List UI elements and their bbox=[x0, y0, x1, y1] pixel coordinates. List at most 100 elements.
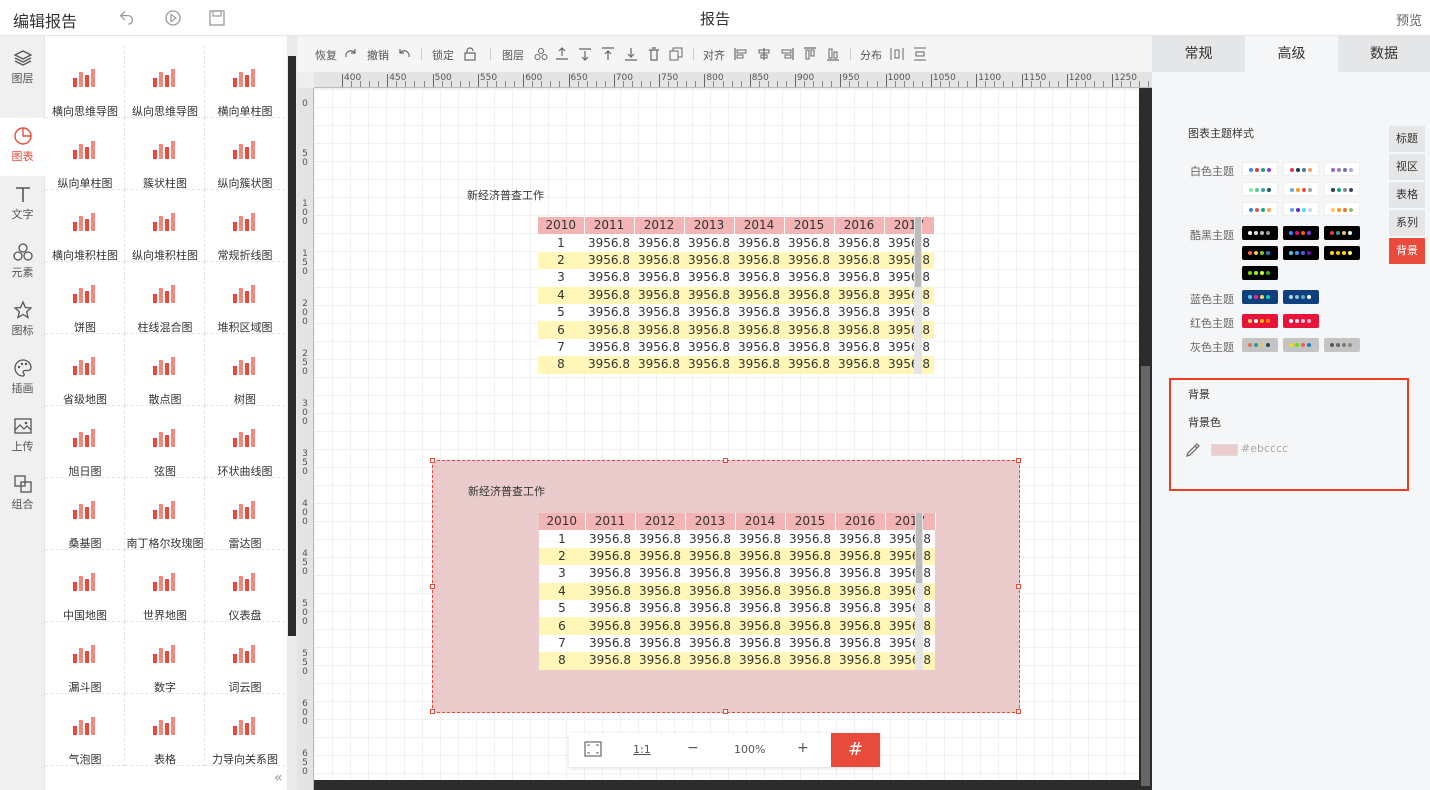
gallery-item[interactable]: 纵向单柱图 bbox=[45, 118, 125, 190]
table-scrollbar[interactable] bbox=[915, 513, 923, 670]
gallery-item[interactable]: 纵向簇状图 bbox=[205, 118, 285, 190]
theme-swatch[interactable] bbox=[1242, 202, 1278, 216]
theme-swatch[interactable] bbox=[1324, 162, 1360, 176]
tab-advanced[interactable]: 高级 bbox=[1245, 36, 1338, 72]
bring-to-front-icon[interactable] bbox=[601, 47, 615, 61]
gallery-item[interactable]: 环状曲线图 bbox=[205, 406, 285, 478]
gallery-item[interactable]: 散点图 bbox=[125, 334, 205, 406]
theme-swatch[interactable] bbox=[1242, 314, 1278, 328]
nav-upload[interactable]: 上传 bbox=[0, 408, 45, 466]
collapse-panel-icon[interactable]: « bbox=[274, 770, 283, 786]
report-canvas[interactable]: 新经济普查工作 2010 2011 2012 2013 2014 2015 2016 2017… bbox=[314, 89, 1139, 780]
layer-group-icon[interactable] bbox=[534, 47, 548, 61]
side-tab-series[interactable]: 系列 bbox=[1389, 210, 1425, 236]
side-tab-background[interactable]: 背景 bbox=[1389, 238, 1425, 264]
gallery-item[interactable]: 柱线混合图 bbox=[125, 262, 205, 334]
theme-swatch[interactable] bbox=[1283, 246, 1319, 260]
resize-handle[interactable] bbox=[723, 458, 728, 463]
gallery-scrollbar[interactable] bbox=[287, 36, 297, 790]
resize-handle[interactable] bbox=[723, 709, 728, 714]
distribute-h-icon[interactable] bbox=[890, 47, 904, 61]
gallery-item[interactable]: 力导向关系图 bbox=[205, 694, 285, 766]
theme-swatch[interactable] bbox=[1242, 226, 1278, 240]
undo-icon[interactable] bbox=[397, 47, 411, 61]
theme-swatch[interactable] bbox=[1242, 162, 1278, 176]
nav-charts[interactable]: 图表 bbox=[0, 118, 45, 176]
canvas-scrollbar[interactable] bbox=[1139, 88, 1152, 790]
nav-text[interactable]: 文字 bbox=[0, 176, 45, 234]
fit-screen-icon[interactable] bbox=[584, 741, 602, 760]
tab-data[interactable]: 数据 bbox=[1338, 36, 1430, 72]
gallery-item[interactable]: 簇状柱图 bbox=[125, 118, 205, 190]
grid-toggle-button[interactable]: # bbox=[831, 733, 880, 767]
theme-swatch[interactable] bbox=[1283, 162, 1319, 176]
preview-button[interactable]: 预览 bbox=[1396, 10, 1422, 29]
theme-swatch[interactable] bbox=[1283, 314, 1319, 328]
table-chart-1[interactable]: 新经济普查工作 2010 2011 2012 2013 2014 2015 2016 2017… bbox=[432, 165, 1020, 418]
resize-handle[interactable] bbox=[430, 458, 435, 463]
gallery-item[interactable]: 中国地图 bbox=[45, 550, 125, 622]
nav-illustrations[interactable]: 插画 bbox=[0, 350, 45, 408]
gallery-item[interactable]: 横向思维导图 bbox=[45, 46, 125, 118]
gallery-item[interactable]: 纵向堆积柱图 bbox=[125, 190, 205, 262]
gallery-item[interactable]: 气泡图 bbox=[45, 694, 125, 766]
gallery-item[interactable]: 树图 bbox=[205, 334, 285, 406]
side-tab-table[interactable]: 表格 bbox=[1389, 182, 1425, 208]
gallery-item[interactable]: 省级地图 bbox=[45, 334, 125, 406]
theme-swatch[interactable] bbox=[1242, 182, 1278, 196]
tab-general[interactable]: 常规 bbox=[1152, 36, 1245, 72]
resize-handle[interactable] bbox=[1016, 458, 1021, 463]
theme-swatch[interactable] bbox=[1324, 246, 1360, 260]
gallery-item[interactable]: 词云图 bbox=[205, 622, 285, 694]
lock-button[interactable]: 锁定 bbox=[432, 47, 454, 63]
send-to-back-icon[interactable] bbox=[624, 47, 638, 61]
nav-layers[interactable]: 图层 bbox=[0, 40, 45, 98]
gallery-item[interactable]: 纵向思维导图 bbox=[125, 46, 205, 118]
canvas-h-scrollbar[interactable] bbox=[314, 780, 1139, 790]
theme-swatch[interactable] bbox=[1242, 246, 1278, 260]
gallery-item[interactable]: 数字 bbox=[125, 622, 205, 694]
theme-swatch[interactable] bbox=[1324, 226, 1360, 240]
theme-swatch[interactable] bbox=[1242, 338, 1278, 352]
align-right-icon[interactable] bbox=[780, 47, 794, 61]
align-center-h-icon[interactable] bbox=[757, 47, 771, 61]
table-scrollbar[interactable] bbox=[914, 217, 922, 374]
background-color-swatch[interactable] bbox=[1211, 444, 1238, 456]
gallery-item[interactable]: 世界地图 bbox=[125, 550, 205, 622]
zoom-in-button[interactable]: + bbox=[797, 740, 809, 756]
theme-swatch[interactable] bbox=[1283, 182, 1319, 196]
resize-handle[interactable] bbox=[430, 584, 435, 589]
gallery-item[interactable]: 漏斗图 bbox=[45, 622, 125, 694]
nav-elements[interactable]: 元素 bbox=[0, 234, 45, 292]
side-tab-title[interactable]: 标题 bbox=[1389, 126, 1425, 152]
gallery-item[interactable]: 雷达图 bbox=[205, 478, 285, 550]
align-left-icon[interactable] bbox=[734, 47, 748, 61]
gallery-item[interactable]: 仪表盘 bbox=[205, 550, 285, 622]
table-chart-2-selected[interactable]: 新经济普查工作 2010 2011 2012 2013 2014 2015 2016 2017… bbox=[430, 458, 1021, 714]
gallery-item[interactable]: 南丁格尔玫瑰图 bbox=[125, 478, 205, 550]
gallery-item[interactable]: 常规折线图 bbox=[205, 190, 285, 262]
background-color-value[interactable]: #ebcccc bbox=[1241, 442, 1288, 455]
theme-swatch[interactable] bbox=[1242, 266, 1278, 280]
copy-icon[interactable] bbox=[669, 47, 683, 61]
save-icon[interactable] bbox=[207, 8, 227, 28]
nav-icons[interactable]: 图标 bbox=[0, 292, 45, 350]
undo-button[interactable]: 撤销 bbox=[367, 47, 389, 63]
play-icon[interactable] bbox=[163, 8, 183, 28]
theme-swatch[interactable] bbox=[1324, 338, 1360, 352]
side-tab-viewport[interactable]: 视区 bbox=[1389, 154, 1425, 180]
theme-swatch[interactable] bbox=[1283, 290, 1319, 304]
lock-icon[interactable] bbox=[463, 47, 477, 61]
redo-button[interactable]: 恢复 bbox=[315, 47, 337, 63]
gallery-item[interactable]: 饼图 bbox=[45, 262, 125, 334]
gallery-item[interactable]: 横向堆积柱图 bbox=[45, 190, 125, 262]
bring-forward-icon[interactable] bbox=[555, 47, 569, 61]
gallery-item[interactable]: 桑基图 bbox=[45, 478, 125, 550]
theme-swatch[interactable] bbox=[1324, 182, 1360, 196]
gallery-item[interactable]: 表格 bbox=[125, 694, 205, 766]
theme-swatch[interactable] bbox=[1283, 338, 1319, 352]
redo-icon[interactable] bbox=[344, 47, 358, 61]
send-backward-icon[interactable] bbox=[578, 47, 592, 61]
resize-handle[interactable] bbox=[1016, 709, 1021, 714]
gallery-item[interactable]: 旭日图 bbox=[45, 406, 125, 478]
